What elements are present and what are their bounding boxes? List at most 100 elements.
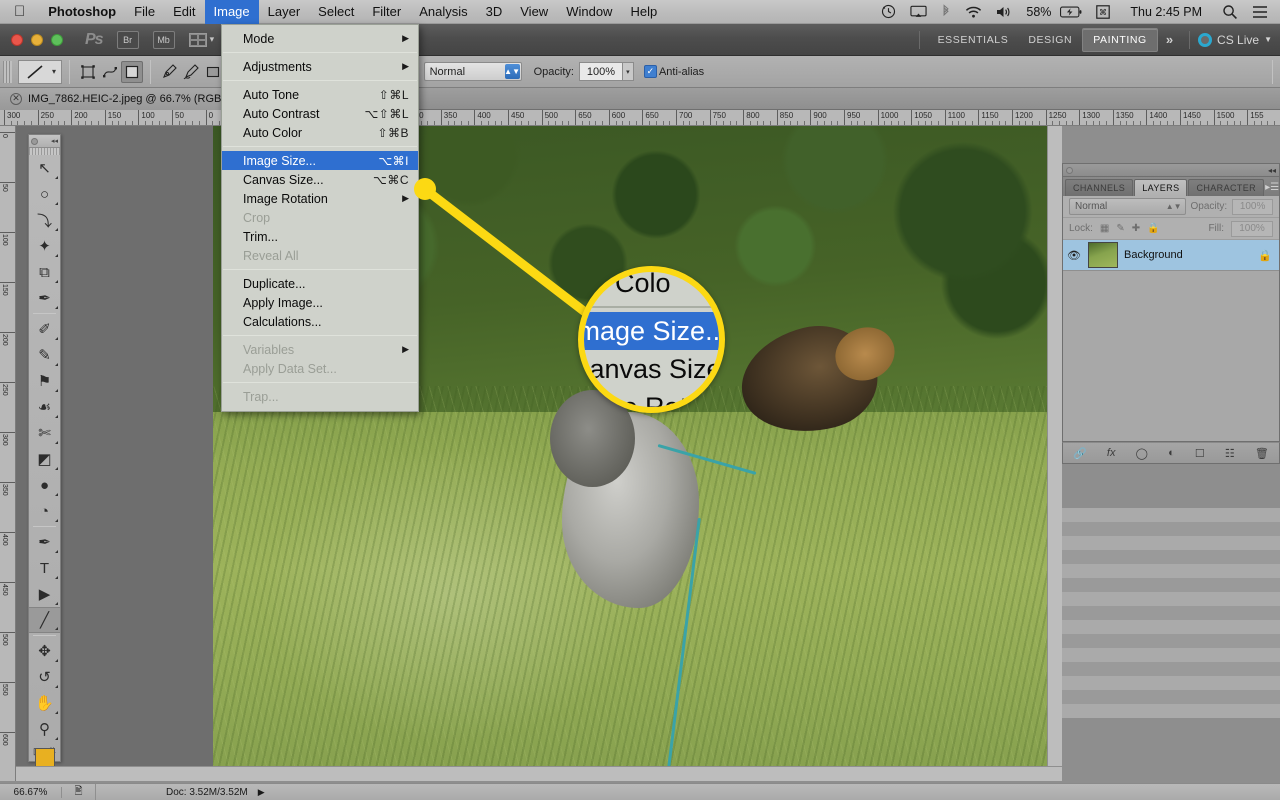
- menu-analysis[interactable]: Analysis: [410, 0, 476, 24]
- collapse-panel-icon[interactable]: ◂◂: [1268, 166, 1276, 175]
- menu-item-image-size[interactable]: Image Size... ⌥⌘I: [222, 151, 418, 170]
- airplay-icon[interactable]: [903, 0, 934, 24]
- layer-blend-mode-select[interactable]: Normal ▲▼: [1069, 198, 1186, 215]
- zoom-level-field[interactable]: 66.67%: [0, 786, 62, 798]
- bluetooth-icon[interactable]: [934, 0, 958, 24]
- menu-image[interactable]: Image: [204, 0, 259, 24]
- hand-tool[interactable]: ✋: [29, 690, 60, 716]
- add-layer-mask-icon[interactable]: ◯: [1136, 447, 1148, 460]
- menu-3d[interactable]: 3D: [477, 0, 512, 24]
- healing-brush-tool[interactable]: ✐: [29, 316, 60, 342]
- menu-bar-clock[interactable]: Thu 2:45 PM: [1117, 0, 1215, 24]
- opacity-stepper-icon[interactable]: ▾: [622, 62, 634, 81]
- launch-bridge-button[interactable]: Br: [116, 30, 139, 49]
- delete-layer-icon[interactable]: 🗑: [1255, 447, 1269, 460]
- history-brush-tool[interactable]: ☙: [29, 394, 60, 420]
- blend-mode-select[interactable]: Normal ▲▼: [423, 62, 522, 81]
- 3d-orbit-tool[interactable]: ↺: [29, 664, 60, 690]
- move-tool[interactable]: ↖: [29, 155, 60, 181]
- dodge-tool[interactable]: ◔: [29, 498, 60, 524]
- notification-center-icon[interactable]: [1245, 0, 1280, 24]
- layer-row-background[interactable]: 👁 Background 🔒: [1063, 240, 1279, 271]
- menu-item-auto-color[interactable]: Auto Color ⇧⌘B: [222, 123, 418, 142]
- freeform-pen-icon[interactable]: [180, 61, 202, 83]
- lasso-tool[interactable]: ⤵: [29, 207, 60, 233]
- input-source-icon[interactable]: ⌘: [1089, 0, 1117, 24]
- horizontal-ruler[interactable]: 3002502001501005005010015020025030035040…: [0, 110, 1280, 126]
- eyedropper-tool[interactable]: ✒: [29, 285, 60, 311]
- lock-transparent-pixels-icon[interactable]: ▦: [1100, 223, 1109, 234]
- clone-stamp-tool[interactable]: ⚑: [29, 368, 60, 394]
- apple-logo-icon[interactable]: : [0, 4, 39, 19]
- close-tab-icon[interactable]: ✕: [10, 92, 22, 105]
- vertical-ruler[interactable]: 0 50 100 150 200 250 300 350 400 450 500 550 600: [0, 126, 16, 781]
- launch-mini-bridge-button[interactable]: Mb: [152, 30, 175, 49]
- document-thumb-icon[interactable]: 🖹: [62, 783, 96, 800]
- menu-item-auto-contrast[interactable]: Auto Contrast ⌥⇧⌘L: [222, 104, 418, 123]
- workspace-essentials[interactable]: ESSENTIALS: [928, 29, 1019, 51]
- cs-live-button[interactable]: CS Live ▼: [1198, 32, 1272, 47]
- battery-charging-icon[interactable]: [1058, 0, 1089, 24]
- tool-preset-picker[interactable]: ▾: [18, 59, 62, 84]
- workspace-painting[interactable]: PAINTING: [1082, 27, 1158, 52]
- more-workspaces-icon[interactable]: »: [1158, 32, 1181, 47]
- document-tab[interactable]: ✕ IMG_7862.HEIC-2.jpeg @ 66.7% (RGB/8): [0, 87, 248, 110]
- menu-item-auto-tone[interactable]: Auto Tone ⇧⌘L: [222, 85, 418, 104]
- menu-file[interactable]: File: [125, 0, 164, 24]
- 3d-rotate-tool[interactable]: ✥: [29, 638, 60, 664]
- canvas-area[interactable]: [16, 126, 1062, 781]
- clock-icon[interactable]: [874, 0, 903, 24]
- menu-item-adjustments[interactable]: Adjustments ▶: [222, 57, 418, 76]
- line-tool[interactable]: ╱: [29, 607, 60, 633]
- minimize-window-button[interactable]: [31, 33, 43, 46]
- collapse-panel-icon[interactable]: ◂◂: [51, 137, 58, 145]
- tab-character[interactable]: CHARACTER: [1188, 179, 1265, 196]
- tools-panel-grip[interactable]: [29, 148, 60, 155]
- menu-item-calculations[interactable]: Calculations...: [222, 312, 418, 331]
- menu-item-apply-image[interactable]: Apply Image...: [222, 293, 418, 312]
- volume-icon[interactable]: [989, 0, 1019, 24]
- menu-edit[interactable]: Edit: [164, 0, 204, 24]
- menu-photoshop[interactable]: Photoshop: [39, 0, 125, 24]
- opacity-input[interactable]: 100%: [578, 62, 623, 81]
- pen-tool-icon[interactable]: [158, 61, 180, 83]
- arrange-documents-icon[interactable]: ▾: [188, 32, 214, 47]
- pen-tool[interactable]: ✒: [29, 529, 60, 555]
- new-group-icon[interactable]: ☐: [1195, 447, 1205, 460]
- layer-style-fx-icon[interactable]: fx: [1107, 447, 1116, 459]
- lock-position-icon[interactable]: ✚: [1132, 223, 1140, 234]
- tab-layers[interactable]: LAYERS: [1134, 179, 1188, 196]
- close-window-button[interactable]: [11, 33, 23, 46]
- lock-image-pixels-icon[interactable]: ✎: [1116, 223, 1124, 234]
- menu-item-trim[interactable]: Trim...: [222, 227, 418, 246]
- tab-channels[interactable]: CHANNELS: [1065, 179, 1134, 196]
- menu-item-image-rotation[interactable]: Image Rotation ▶: [222, 189, 418, 208]
- fill-value[interactable]: 100%: [1231, 220, 1273, 237]
- canvas-horizontal-scrollbar[interactable]: [16, 766, 1062, 781]
- fill-pixels-icon[interactable]: [121, 60, 143, 83]
- crop-tool[interactable]: ⧉: [29, 259, 60, 285]
- menu-item-canvas-size[interactable]: Canvas Size... ⌥⌘C: [222, 170, 418, 189]
- menu-item-mode[interactable]: Mode ▶: [222, 29, 418, 48]
- panel-menu-icon[interactable]: ▸☰: [1265, 182, 1280, 196]
- menu-filter[interactable]: Filter: [363, 0, 410, 24]
- menu-item-duplicate[interactable]: Duplicate...: [222, 274, 418, 293]
- elliptical-marquee-tool[interactable]: ○: [29, 181, 60, 207]
- status-expand-icon[interactable]: ▶: [258, 787, 265, 798]
- menu-view[interactable]: View: [511, 0, 557, 24]
- menu-select[interactable]: Select: [309, 0, 363, 24]
- menu-help[interactable]: Help: [621, 0, 666, 24]
- blur-tool[interactable]: ●: [29, 472, 60, 498]
- search-icon[interactable]: [1215, 0, 1245, 24]
- paths-icon[interactable]: [99, 61, 121, 83]
- link-layers-icon[interactable]: 🔗: [1073, 447, 1087, 460]
- zoom-window-button[interactable]: [51, 33, 63, 46]
- layer-opacity-value[interactable]: 100%: [1232, 198, 1273, 215]
- lock-all-icon[interactable]: 🔒: [1147, 223, 1159, 234]
- options-bar-grip[interactable]: [3, 60, 12, 83]
- horizontal-type-tool[interactable]: T: [29, 555, 60, 581]
- zoom-tool[interactable]: ⚲: [29, 716, 60, 742]
- menu-layer[interactable]: Layer: [259, 0, 310, 24]
- eraser-tool[interactable]: ✄: [29, 420, 60, 446]
- new-adjustment-layer-icon[interactable]: ◐: [1168, 447, 1175, 459]
